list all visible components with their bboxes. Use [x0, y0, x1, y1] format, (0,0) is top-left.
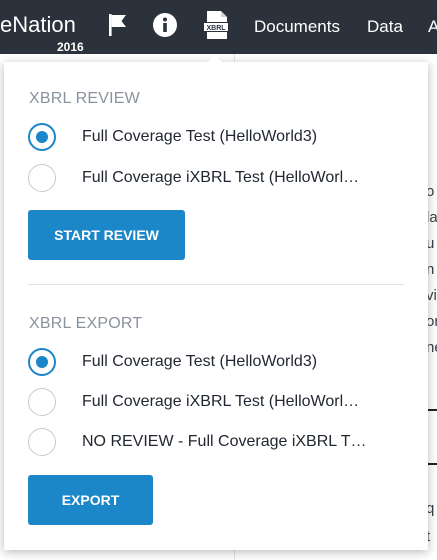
option-label: Full Coverage iXBRL Test (HelloWorl… — [82, 169, 360, 186]
nav-documents-link[interactable]: Documents — [254, 17, 340, 37]
background-rule — [428, 463, 437, 465]
page: o la u n vi or ne q t eNation 2016 — [0, 0, 437, 560]
export-option-no-review[interactable]: NO REVIEW - Full Coverage iXBRL T… — [28, 426, 418, 458]
info-icon[interactable] — [151, 12, 179, 38]
svg-text:XBRL: XBRL — [206, 25, 226, 32]
export-button[interactable]: EXPORT — [28, 475, 153, 525]
brand-name[interactable]: eNation — [0, 12, 76, 38]
top-navigation-bar: eNation 2016 XBRL Documents Data A — [0, 0, 437, 54]
review-option-full-coverage[interactable]: Full Coverage Test (HelloWorld3) — [28, 121, 418, 153]
start-review-button[interactable]: START REVIEW — [28, 210, 185, 260]
xbrl-popup-menu: XBRL REVIEW Full Coverage Test (HelloWor… — [4, 62, 428, 550]
radio-unchecked-icon[interactable] — [28, 164, 56, 192]
option-label: NO REVIEW - Full Coverage iXBRL T… — [82, 433, 367, 450]
brand-year: 2016 — [57, 40, 84, 54]
radio-checked-icon[interactable] — [28, 348, 56, 376]
nav-more-link[interactable]: A — [428, 17, 437, 37]
radio-unchecked-icon[interactable] — [28, 388, 56, 416]
background-rule — [428, 409, 437, 411]
nav-data-link[interactable]: Data — [367, 17, 403, 37]
option-label: Full Coverage Test (HelloWorld3) — [82, 128, 318, 145]
popup-caret — [207, 55, 223, 63]
xbrl-review-title: XBRL REVIEW — [29, 90, 140, 107]
export-option-full-coverage[interactable]: Full Coverage Test (HelloWorld3) — [28, 346, 418, 378]
option-label: Full Coverage iXBRL Test (HelloWorl… — [82, 393, 360, 410]
radio-checked-icon[interactable] — [28, 123, 56, 151]
xbrl-file-icon[interactable]: XBRL — [199, 11, 233, 39]
radio-unchecked-icon[interactable] — [28, 428, 56, 456]
flag-icon[interactable] — [104, 12, 132, 38]
section-divider — [28, 284, 404, 285]
xbrl-export-title: XBRL EXPORT — [29, 315, 143, 332]
option-label: Full Coverage Test (HelloWorld3) — [82, 353, 318, 370]
export-option-full-coverage-ixbrl[interactable]: Full Coverage iXBRL Test (HelloWorl… — [28, 386, 418, 418]
review-option-full-coverage-ixbrl[interactable]: Full Coverage iXBRL Test (HelloWorl… — [28, 162, 418, 194]
